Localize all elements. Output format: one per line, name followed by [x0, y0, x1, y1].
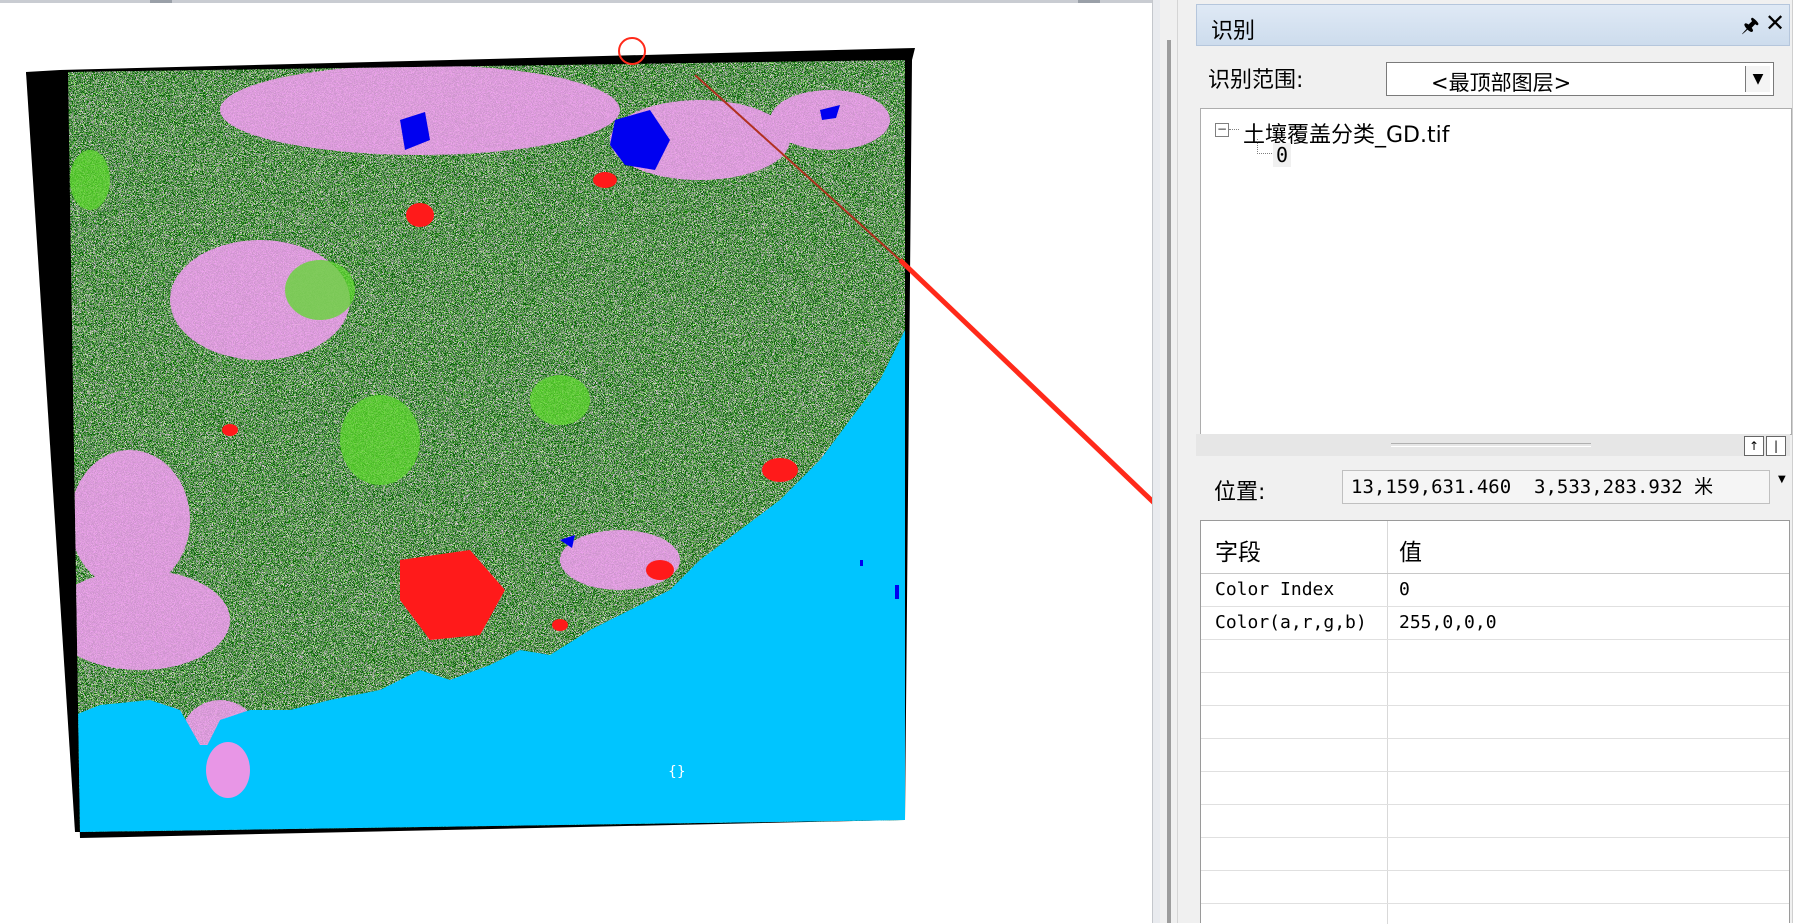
pin-icon[interactable]: 🖈︎ — [1741, 11, 1760, 45]
tree-connector-child — [1257, 139, 1272, 154]
panel-splitter[interactable] — [1160, 0, 1188, 923]
value-cell: 0 — [1399, 579, 1410, 600]
table-row-empty — [1201, 739, 1789, 772]
land-cover-raster[interactable]: {} — [0, 0, 1152, 923]
table-row-empty — [1201, 640, 1789, 673]
table-row-empty — [1201, 871, 1789, 904]
panel-vertical-scrollbar[interactable] — [1792, 0, 1805, 923]
identify-scope-label: 识别范围: — [1208, 68, 1304, 93]
column-header-field[interactable]: 字段 — [1215, 533, 1261, 567]
table-row-empty — [1201, 706, 1789, 739]
map-view[interactable]: {} — [0, 0, 1152, 923]
location-value: 13,159,631.460 3,533,283.932 米 — [1342, 470, 1770, 504]
table-row-empty — [1201, 772, 1789, 805]
identify-scope-dropdown[interactable]: <最顶部图层> ▼ — [1386, 62, 1774, 96]
column-header-value[interactable]: 值 — [1399, 533, 1422, 567]
table-row-empty — [1201, 838, 1789, 871]
table-row-empty — [1201, 673, 1789, 706]
table-row-empty — [1201, 805, 1789, 838]
identify-panel: 识别 🖈︎ ✕ 识别范围: <最顶部图层> ▼ − 土壤覆盖分类_GD.tif … — [1188, 0, 1805, 924]
location-options-icon[interactable]: ▼ — [1778, 474, 1786, 485]
chevron-down-icon[interactable]: ▼ — [1745, 66, 1770, 92]
results-divider[interactable]: ↑ | — [1196, 434, 1790, 456]
collapse-icon[interactable]: − — [1215, 123, 1229, 137]
identify-titlebar[interactable]: 识别 🖈︎ ✕ — [1196, 4, 1790, 46]
annotation-arrow-line — [898, 258, 1152, 505]
value-cell: 255,0,0,0 — [1399, 612, 1497, 633]
island-land — [206, 742, 250, 798]
table-row[interactable]: Color Index 0 — [1201, 574, 1789, 607]
identify-results-tree[interactable]: − 土壤覆盖分类_GD.tif 0 — [1200, 108, 1792, 435]
field-cell: Color Index — [1215, 579, 1335, 600]
close-icon[interactable]: ✕ — [1765, 9, 1785, 37]
expand-all-icon[interactable]: ↑ — [1744, 436, 1764, 456]
identify-scope-value: <最顶部图层> — [1431, 71, 1572, 95]
tree-child-node[interactable]: 0 — [1273, 143, 1292, 167]
attribute-table[interactable]: 字段 值 Color Index 0 Color(a,r,g,b) 255,0,… — [1200, 520, 1790, 924]
table-row[interactable]: Color(a,r,g,b) 255,0,0,0 — [1201, 607, 1789, 640]
location-label: 位置: — [1214, 480, 1266, 505]
attribute-table-header: 字段 值 — [1201, 521, 1789, 574]
map-cursor-marker: {} — [668, 764, 686, 780]
tree-connector — [1229, 129, 1239, 130]
field-cell: Color(a,r,g,b) — [1215, 612, 1367, 633]
panel-title: 识别 — [1211, 19, 1256, 44]
divider-grip[interactable] — [1391, 443, 1591, 447]
layout-toggle-icon[interactable]: | — [1766, 436, 1786, 456]
